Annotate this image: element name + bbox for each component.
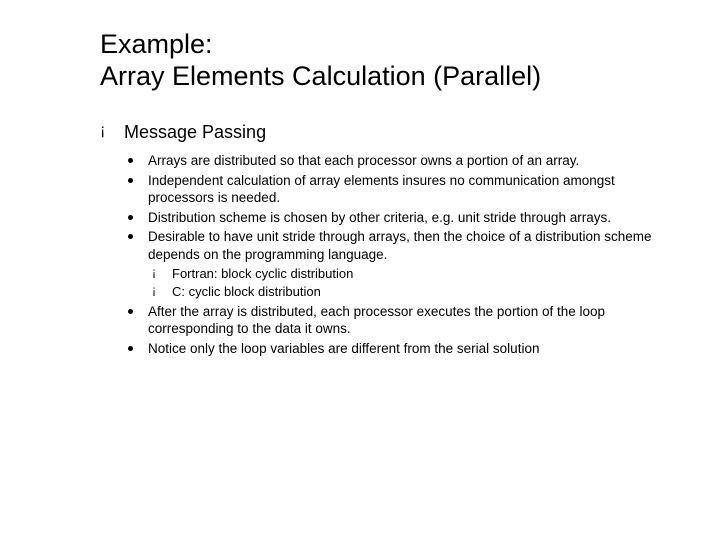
bullet-list-level3: Fortran: block cyclic distribution C: cy… (148, 265, 664, 300)
bullet-text: Fortran: block cyclic distribution (172, 265, 664, 283)
list-item: After the array is distributed, each pro… (124, 303, 664, 338)
slide: Example: Array Elements Calculation (Par… (0, 0, 720, 540)
slide-title: Example: Array Elements Calculation (Par… (100, 28, 664, 93)
bullet-text: Desirable to have unit stride through ar… (148, 228, 664, 263)
list-item: Arrays are distributed so that each proc… (124, 152, 664, 170)
list-item: Fortran: block cyclic distribution (148, 265, 664, 283)
bullet-text: Independent calculation of array element… (148, 172, 664, 207)
bullet-text: Arrays are distributed so that each proc… (148, 152, 664, 170)
bullet-text: C: cyclic block distribution (172, 283, 664, 301)
bullet-item-message-passing: Message Passing Arrays are distributed s… (100, 121, 664, 357)
bullet-label: Message Passing (124, 121, 664, 144)
bullet-list-level2: Arrays are distributed so that each proc… (124, 152, 664, 357)
bullet-text: Notice only the loop variables are diffe… (148, 340, 664, 358)
list-item: Distribution scheme is chosen by other c… (124, 209, 664, 227)
list-item: Desirable to have unit stride through ar… (124, 228, 664, 300)
list-item: C: cyclic block distribution (148, 283, 664, 301)
bullet-text: Distribution scheme is chosen by other c… (148, 209, 664, 227)
list-item: Notice only the loop variables are diffe… (124, 340, 664, 358)
bullet-list-level1: Message Passing Arrays are distributed s… (100, 121, 664, 357)
bullet-text: After the array is distributed, each pro… (148, 303, 664, 338)
list-item: Independent calculation of array element… (124, 172, 664, 207)
